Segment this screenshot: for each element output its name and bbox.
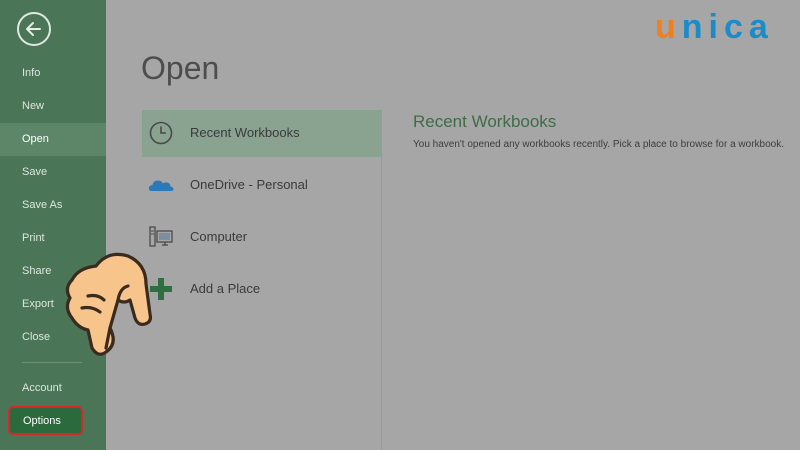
- pointing-hand-icon: [65, 252, 153, 356]
- back-arrow-icon: [26, 22, 41, 36]
- panel-divider: [381, 110, 382, 450]
- logo-letters-nica: nica: [681, 8, 774, 46]
- places-list: Recent Workbooks OneDrive - Personal Com…: [142, 110, 382, 318]
- place-computer[interactable]: Computer: [142, 214, 382, 261]
- place-label: Recent Workbooks: [190, 125, 300, 140]
- recent-empty-message: You haven't opened any workbooks recentl…: [413, 139, 785, 150]
- place-recent-workbooks[interactable]: Recent Workbooks: [142, 110, 382, 157]
- backstage-sidebar: Info New Open Save Save As Print Share E…: [0, 0, 106, 450]
- place-label: Add a Place: [190, 281, 261, 296]
- place-onedrive-personal[interactable]: OneDrive - Personal: [142, 162, 382, 209]
- nav-item-account[interactable]: Account: [0, 372, 106, 405]
- nav-item-new[interactable]: New: [0, 90, 106, 123]
- clock-icon: [149, 121, 173, 145]
- place-label: Computer: [190, 229, 248, 244]
- computer-icon: [149, 226, 173, 247]
- nav-item-save-as[interactable]: Save As: [0, 189, 106, 222]
- place-add-a-place[interactable]: Add a Place: [142, 266, 382, 313]
- nav-item-open[interactable]: Open: [0, 123, 106, 156]
- place-label: OneDrive - Personal: [190, 177, 308, 192]
- unica-logo: unica: [655, 8, 774, 47]
- open-panel: Open Recent Workbooks OneDrive - Persona…: [106, 0, 800, 450]
- nav-item-info[interactable]: Info: [0, 57, 106, 90]
- logo-letter-u: u: [655, 8, 682, 46]
- recent-workbooks-heading: Recent Workbooks: [413, 112, 557, 131]
- back-button[interactable]: [17, 12, 51, 46]
- nav-item-options[interactable]: Options: [8, 406, 83, 435]
- page-title: Open: [141, 50, 220, 86]
- nav-item-save[interactable]: Save: [0, 156, 106, 189]
- cloud-icon: [149, 180, 174, 191]
